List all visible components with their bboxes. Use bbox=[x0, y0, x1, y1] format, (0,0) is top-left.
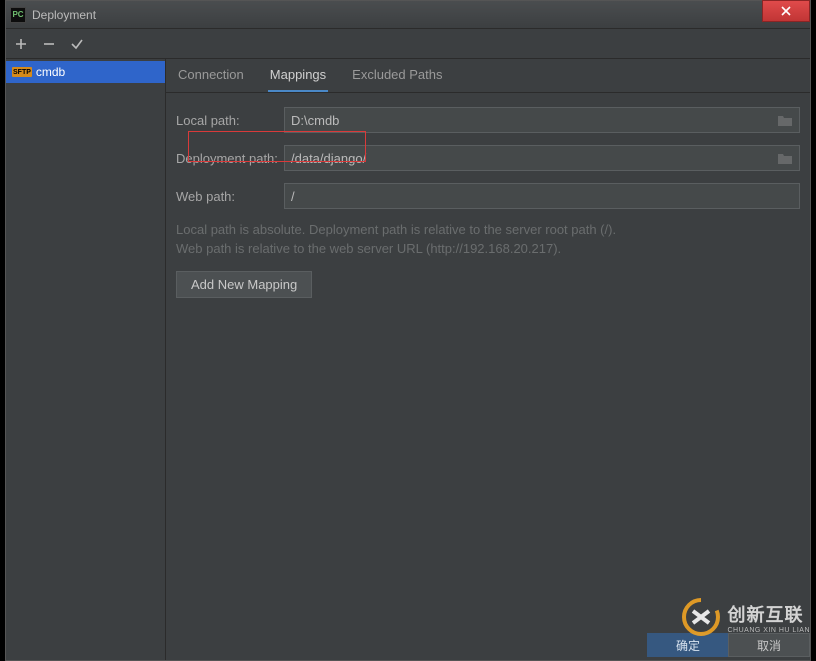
window-title: Deployment bbox=[32, 8, 96, 22]
sftp-icon: SFTP bbox=[12, 67, 32, 77]
server-toolbar bbox=[6, 29, 810, 59]
web-path-field-wrap bbox=[284, 183, 800, 209]
server-list: SFTP cmdb bbox=[6, 59, 166, 660]
server-item-cmdb[interactable]: SFTP cmdb bbox=[6, 61, 165, 83]
local-path-field-wrap bbox=[284, 107, 800, 133]
local-path-input[interactable] bbox=[291, 113, 777, 128]
deployment-path-field-wrap bbox=[284, 145, 800, 171]
folder-icon[interactable] bbox=[777, 113, 793, 127]
deployment-path-label: Deployment path: bbox=[176, 151, 284, 166]
close-button[interactable] bbox=[762, 0, 810, 22]
set-default-button[interactable] bbox=[70, 37, 84, 51]
tab-mappings[interactable]: Mappings bbox=[268, 59, 328, 92]
tab-bar: Connection Mappings Excluded Paths bbox=[166, 59, 810, 93]
pycharm-icon: PC bbox=[10, 7, 26, 23]
add-new-mapping-button[interactable]: Add New Mapping bbox=[176, 271, 312, 298]
deployment-path-input[interactable] bbox=[291, 151, 777, 166]
deployment-dialog: PC Deployment SFTP cmdb Connection Mappi… bbox=[5, 0, 811, 661]
remove-server-button[interactable] bbox=[42, 37, 56, 51]
hint-text: Local path is absolute. Deployment path … bbox=[176, 221, 800, 259]
web-path-label: Web path: bbox=[176, 189, 284, 204]
tab-connection[interactable]: Connection bbox=[176, 59, 246, 92]
dialog-footer: 确定 取消 bbox=[6, 630, 810, 660]
mappings-form: Local path: Deployment path: bbox=[166, 93, 810, 312]
titlebar[interactable]: PC Deployment bbox=[6, 1, 810, 29]
folder-icon[interactable] bbox=[777, 151, 793, 165]
server-name: cmdb bbox=[36, 65, 65, 79]
main-panel: Connection Mappings Excluded Paths Local… bbox=[166, 59, 810, 660]
web-path-input[interactable] bbox=[291, 189, 793, 204]
add-server-button[interactable] bbox=[14, 37, 28, 51]
tab-excluded-paths[interactable]: Excluded Paths bbox=[350, 59, 444, 92]
ok-button[interactable]: 确定 bbox=[647, 633, 729, 657]
local-path-label: Local path: bbox=[176, 113, 284, 128]
cancel-button[interactable]: 取消 bbox=[728, 633, 810, 657]
close-icon bbox=[780, 5, 792, 17]
